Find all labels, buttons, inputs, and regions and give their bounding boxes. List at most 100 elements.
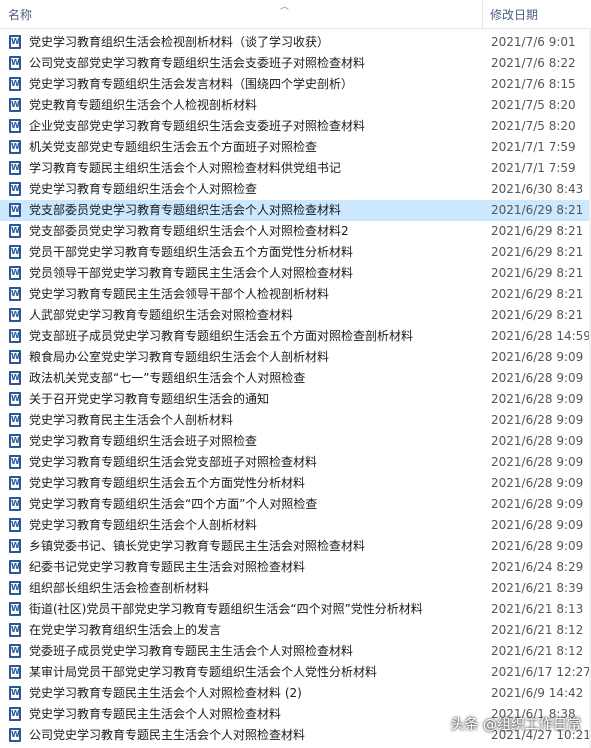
file-name: 党员领导干部党史学习教育专题民主生活会个人对照检查材料 xyxy=(29,266,354,280)
file-name: 党史学习教育组织生活会检视剖析材料（谈了学习收获） xyxy=(29,35,330,49)
file-name: 公司党支部党史学习教育专题组织生活会支委班子对照检查材料 xyxy=(29,56,366,70)
file-name: 机关党支部党史专题组织生活会五个方面班子对照检查 xyxy=(29,140,318,154)
word-document-icon xyxy=(9,644,21,658)
file-name: 党史学习教育专题民主生活会个人对照检查材料 xyxy=(29,707,282,721)
word-document-icon xyxy=(9,392,21,406)
word-document-icon xyxy=(9,119,21,133)
file-row[interactable]: 机关党支部党史专题组织生活会五个方面班子对照检查 2021/7/1 7:59 xyxy=(0,137,591,158)
file-name: 党史学习教育专题民主生活会领导干部个人检视剖析材料 xyxy=(29,287,330,301)
file-name: 党史学习教育专题组织生活会班子对照检查 xyxy=(29,434,258,448)
word-document-icon xyxy=(9,560,21,574)
file-modified-date: 2021/7/1 7:59 xyxy=(491,140,576,154)
word-document-icon xyxy=(9,665,21,679)
file-name: 党史学习教育民主生活会个人剖析材料 xyxy=(29,413,234,427)
file-modified-date: 2021/7/6 9:01 xyxy=(491,35,576,49)
file-name: 组织部长组织生活会检查剖析材料 xyxy=(29,581,210,595)
file-name: 党支部班子成员党史学习教育专题组织生活会五个方面对照检查剖析材料 xyxy=(29,329,414,343)
file-row[interactable]: 党史学习教育民主生活会个人剖析材料 2021/6/28 9:09 xyxy=(0,410,591,431)
file-row[interactable]: 党支部班子成员党史学习教育专题组织生活会五个方面对照检查剖析材料 2021/6/2… xyxy=(0,326,591,347)
word-document-icon xyxy=(9,266,21,280)
file-name: 党史学习教育专题组织生活会党支部班子对照检查材料 xyxy=(29,455,318,469)
file-modified-date: 2021/6/21 8:12 xyxy=(491,623,584,637)
file-list: 党史学习教育组织生活会检视剖析材料（谈了学习收获） 2021/7/6 9:01 公司… xyxy=(0,32,591,746)
file-row[interactable]: 党员干部党史学习教育专题组织生活会五个方面党性分析材料 2021/6/29 8:2… xyxy=(0,242,591,263)
file-name: 党史学习教育专题组织生活会“四个方面”个人对照检查 xyxy=(29,497,318,511)
file-row[interactable]: 党史教育专题组织生活会个人检视剖析材料 2021/7/5 8:20 xyxy=(0,95,591,116)
file-row[interactable]: 党史学习教育专题组织生活会五个方面党性分析材料 2021/6/28 9:09 xyxy=(0,473,591,494)
file-name: 党委班子成员党史学习教育专题民主生活会个人对照检查材料 xyxy=(29,644,354,658)
file-row[interactable]: 党史学习教育专题组织生活会“四个方面”个人对照检查 2021/6/28 9:09 xyxy=(0,494,591,515)
word-document-icon xyxy=(9,455,21,469)
file-row[interactable]: 党史学习教育专题民主生活会个人对照检查材料 (2) 2021/6/9 14:42 xyxy=(0,683,591,704)
file-row[interactable]: 某审计局党员干部党史学习教育专题组织生活会个人党性分析材料 2021/6/17 1… xyxy=(0,662,591,683)
file-row[interactable]: 党史学习教育专题组织生活会发言材料（围绕四个学史剖析） 2021/7/6 8:15 xyxy=(0,74,591,95)
word-document-icon xyxy=(9,35,21,49)
file-row[interactable]: 在党史学习教育组织生活会上的发言 2021/6/21 8:12 xyxy=(0,620,591,641)
file-row[interactable]: 党史学习教育专题民主生活会领导干部个人检视剖析材料 2021/6/29 8:21 xyxy=(0,284,591,305)
file-row[interactable]: 纪委书记党史学习教育专题民主生活会对照检查材料 2021/6/24 8:29 xyxy=(0,557,591,578)
date-modified-column-header[interactable]: 修改日期 xyxy=(490,6,538,23)
file-row[interactable]: 党史学习教育组织生活会检视剖析材料（谈了学习收获） 2021/7/6 9:01 xyxy=(0,32,591,53)
file-modified-date: 2021/7/6 8:15 xyxy=(491,77,576,91)
word-document-icon xyxy=(9,245,21,259)
file-modified-date: 2021/6/28 9:09 xyxy=(491,371,584,385)
file-row[interactable]: 乡镇党委书记、镇长党史学习教育专题民主生活会对照检查材料 2021/6/28 9:… xyxy=(0,536,591,557)
file-row[interactable]: 党史学习教育专题组织生活会个人剖析材料 2021/6/28 9:09 xyxy=(0,515,591,536)
file-name: 街道(社区)党员干部党史学习教育专题组织生活会“四个对照”党性分析材料 xyxy=(29,602,423,616)
file-row[interactable]: 关于召开党史学习教育专题组织生活会的通知 2021/6/28 9:09 xyxy=(0,389,591,410)
word-document-icon xyxy=(9,350,21,364)
word-document-icon xyxy=(9,623,21,637)
file-modified-date: 2021/7/5 8:20 xyxy=(491,98,576,112)
word-document-icon xyxy=(9,728,21,742)
word-document-icon xyxy=(9,434,21,448)
column-divider[interactable] xyxy=(482,0,483,28)
file-name: 企业党支部党史学习教育专题组织生活会支委班子对照检查材料 xyxy=(29,119,366,133)
word-document-icon xyxy=(9,413,21,427)
file-row[interactable]: 党支部委员党史学习教育专题组织生活会个人对照检查材料 2021/6/29 8:21 xyxy=(0,200,591,221)
file-modified-date: 2021/7/1 7:59 xyxy=(491,161,576,175)
word-document-icon xyxy=(9,182,21,196)
file-modified-date: 2021/7/5 8:20 xyxy=(491,119,576,133)
file-modified-date: 2021/6/28 9:09 xyxy=(491,497,584,511)
file-name: 学习教育专题民主组织生活会个人对照检查材料供党组书记 xyxy=(29,161,342,175)
file-row[interactable]: 街道(社区)党员干部党史学习教育专题组织生活会“四个对照”党性分析材料 2021/… xyxy=(0,599,591,620)
file-row[interactable]: 企业党支部党史学习教育专题组织生活会支委班子对照检查材料 2021/7/5 8:2… xyxy=(0,116,591,137)
file-row[interactable]: 学习教育专题民主组织生活会个人对照检查材料供党组书记 2021/7/1 7:59 xyxy=(0,158,591,179)
name-column-header[interactable]: 名称 xyxy=(8,6,32,23)
file-row[interactable]: 公司党支部党史学习教育专题组织生活会支委班子对照检查材料 2021/7/6 8:2… xyxy=(0,53,591,74)
file-modified-date: 2021/6/29 8:21 xyxy=(491,245,584,259)
word-document-icon xyxy=(9,98,21,112)
file-row[interactable]: 党委班子成员党史学习教育专题民主生活会个人对照检查材料 2021/6/21 8:1… xyxy=(0,641,591,662)
file-modified-date: 2021/6/21 8:12 xyxy=(491,644,584,658)
file-name: 关于召开党史学习教育专题组织生活会的通知 xyxy=(29,392,270,406)
file-row[interactable]: 粮食局办公室党史学习教育专题组织生活会个人剖析材料 2021/6/28 9:09 xyxy=(0,347,591,368)
word-document-icon xyxy=(9,707,21,721)
word-document-icon xyxy=(9,686,21,700)
chevron-up-icon: ︿ xyxy=(280,2,290,12)
file-name: 党史教育专题组织生活会个人检视剖析材料 xyxy=(29,98,258,112)
file-modified-date: 2021/6/28 9:09 xyxy=(491,392,584,406)
word-document-icon xyxy=(9,476,21,490)
file-modified-date: 2021/6/21 8:39 xyxy=(491,581,584,595)
file-name: 乡镇党委书记、镇长党史学习教育专题民主生活会对照检查材料 xyxy=(29,539,366,553)
file-modified-date: 2021/6/29 8:21 xyxy=(491,287,584,301)
file-row[interactable]: 党支部委员党史学习教育专题组织生活会个人对照检查材料2 2021/6/29 8:2… xyxy=(0,221,591,242)
file-modified-date: 2021/6/24 8:29 xyxy=(491,560,584,574)
file-name: 党史学习教育专题组织生活会五个方面党性分析材料 xyxy=(29,476,306,490)
watermark: 头条 @组织工作日常 xyxy=(450,717,581,733)
file-modified-date: 2021/6/28 9:09 xyxy=(491,413,584,427)
file-name: 纪委书记党史学习教育专题民主生活会对照检查材料 xyxy=(29,560,306,574)
file-modified-date: 2021/6/17 12:27 xyxy=(491,665,591,679)
file-row[interactable]: 党史学习教育专题组织生活会班子对照检查 2021/6/28 9:09 xyxy=(0,431,591,452)
file-row[interactable]: 党史学习教育专题组织生活会个人对照检查 2021/6/30 8:43 xyxy=(0,179,591,200)
file-row[interactable]: 组织部长组织生活会检查剖析材料 2021/6/21 8:39 xyxy=(0,578,591,599)
file-row[interactable]: 政法机关党支部“七一”专题组织生活会个人对照检查 2021/6/28 9:09 xyxy=(0,368,591,389)
file-row[interactable]: 党员领导干部党史学习教育专题民主生活会个人对照检查材料 2021/6/29 8:2… xyxy=(0,263,591,284)
word-document-icon xyxy=(9,539,21,553)
file-row[interactable]: 人武部党史学习教育专题组织生活会对照检查材料 2021/6/29 8:21 xyxy=(0,305,591,326)
file-modified-date: 2021/6/28 9:09 xyxy=(491,518,584,532)
file-name: 在党史学习教育组织生活会上的发言 xyxy=(29,623,222,637)
word-document-icon xyxy=(9,371,21,385)
file-modified-date: 2021/6/29 8:21 xyxy=(491,266,584,280)
file-row[interactable]: 党史学习教育专题组织生活会党支部班子对照检查材料 2021/6/28 9:09 xyxy=(0,452,591,473)
